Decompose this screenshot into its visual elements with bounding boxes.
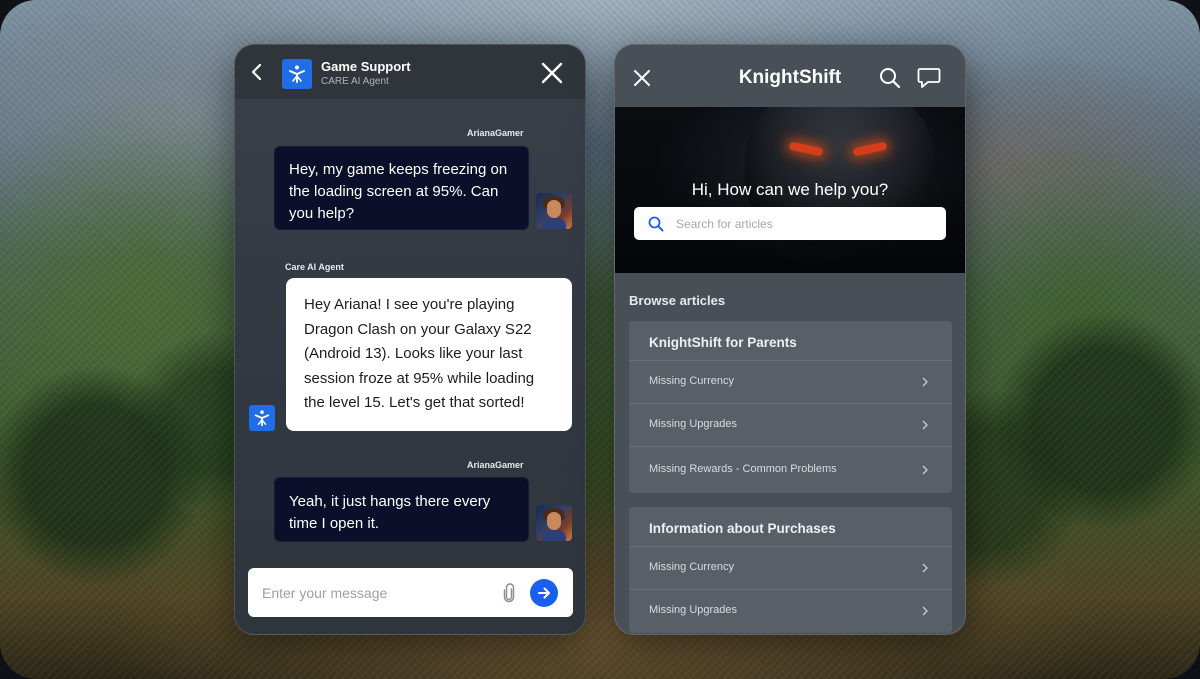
help-center-widget: KnightShift Hi, How can we help you? Bro… <box>614 44 966 635</box>
send-button[interactable] <box>530 579 558 607</box>
article-search-input[interactable] <box>676 215 931 233</box>
bot-avatar <box>249 405 275 431</box>
user-avatar <box>536 193 572 229</box>
help-title: KnightShift <box>738 67 842 88</box>
user-message-bubble: Hey, my game keeps freezing on the loadi… <box>274 146 529 230</box>
article-link[interactable]: Missing Rewards - Common Problems <box>629 447 952 493</box>
chat-widget: Game Support CARE AI Agent ArianaGamer H… <box>234 44 586 635</box>
hero-banner: Hi, How can we help you? <box>615 107 965 273</box>
bot-message-bubble: Hey Ariana! I see you're playing Dragon … <box>286 278 572 431</box>
article-title: Missing Rewards - Common Problems <box>649 463 837 475</box>
paperclip-icon[interactable] <box>502 583 516 603</box>
close-chat-button[interactable] <box>541 62 563 84</box>
message-composer <box>248 568 573 617</box>
search-icon <box>648 216 664 232</box>
help-header: KnightShift <box>615 45 965 107</box>
back-button[interactable] <box>249 62 265 82</box>
article-search-box <box>634 207 946 240</box>
message-sender: ArianaGamer <box>467 128 524 138</box>
section-title: Information about Purchases <box>629 507 952 547</box>
message-input[interactable] <box>262 583 482 603</box>
chat-header: Game Support CARE AI Agent <box>235 45 585 99</box>
article-title: Missing Upgrades <box>649 604 738 616</box>
article-title: Missing Currency <box>649 375 734 387</box>
article-section: Information about Purchases Missing Curr… <box>629 507 952 633</box>
chevron-right-icon <box>922 420 928 430</box>
article-link[interactable]: Missing Currency <box>629 547 952 590</box>
search-icon[interactable] <box>879 67 901 89</box>
chevron-right-icon <box>922 563 928 573</box>
chat-bubble-icon[interactable] <box>917 67 941 89</box>
article-title: Missing Currency <box>649 561 734 573</box>
arrow-right-icon <box>538 587 550 599</box>
chat-subtitle: CARE AI Agent <box>321 76 389 87</box>
user-message-bubble: Yeah, it just hangs there every time I o… <box>274 477 529 542</box>
article-link[interactable]: Missing Upgrades <box>629 404 952 447</box>
hero-greeting: Hi, How can we help you? <box>691 180 889 199</box>
game-background <box>0 0 1200 679</box>
chevron-right-icon <box>922 377 928 387</box>
message-sender: ArianaGamer <box>467 460 524 470</box>
article-link[interactable]: Missing Currency <box>629 361 952 404</box>
article-title: Missing Upgrades <box>649 418 738 430</box>
chevron-right-icon <box>922 606 928 616</box>
chevron-right-icon <box>922 465 928 475</box>
care-logo-icon <box>282 59 312 89</box>
user-avatar <box>536 505 572 541</box>
browse-articles-label: Browse articles <box>629 293 726 308</box>
message-sender: Care AI Agent <box>285 262 344 272</box>
article-section: KnightShift for Parents Missing Currency… <box>629 321 952 493</box>
chat-title: Game Support <box>321 59 411 74</box>
section-title: KnightShift for Parents <box>629 321 952 361</box>
article-link[interactable]: Missing Upgrades <box>629 590 952 633</box>
